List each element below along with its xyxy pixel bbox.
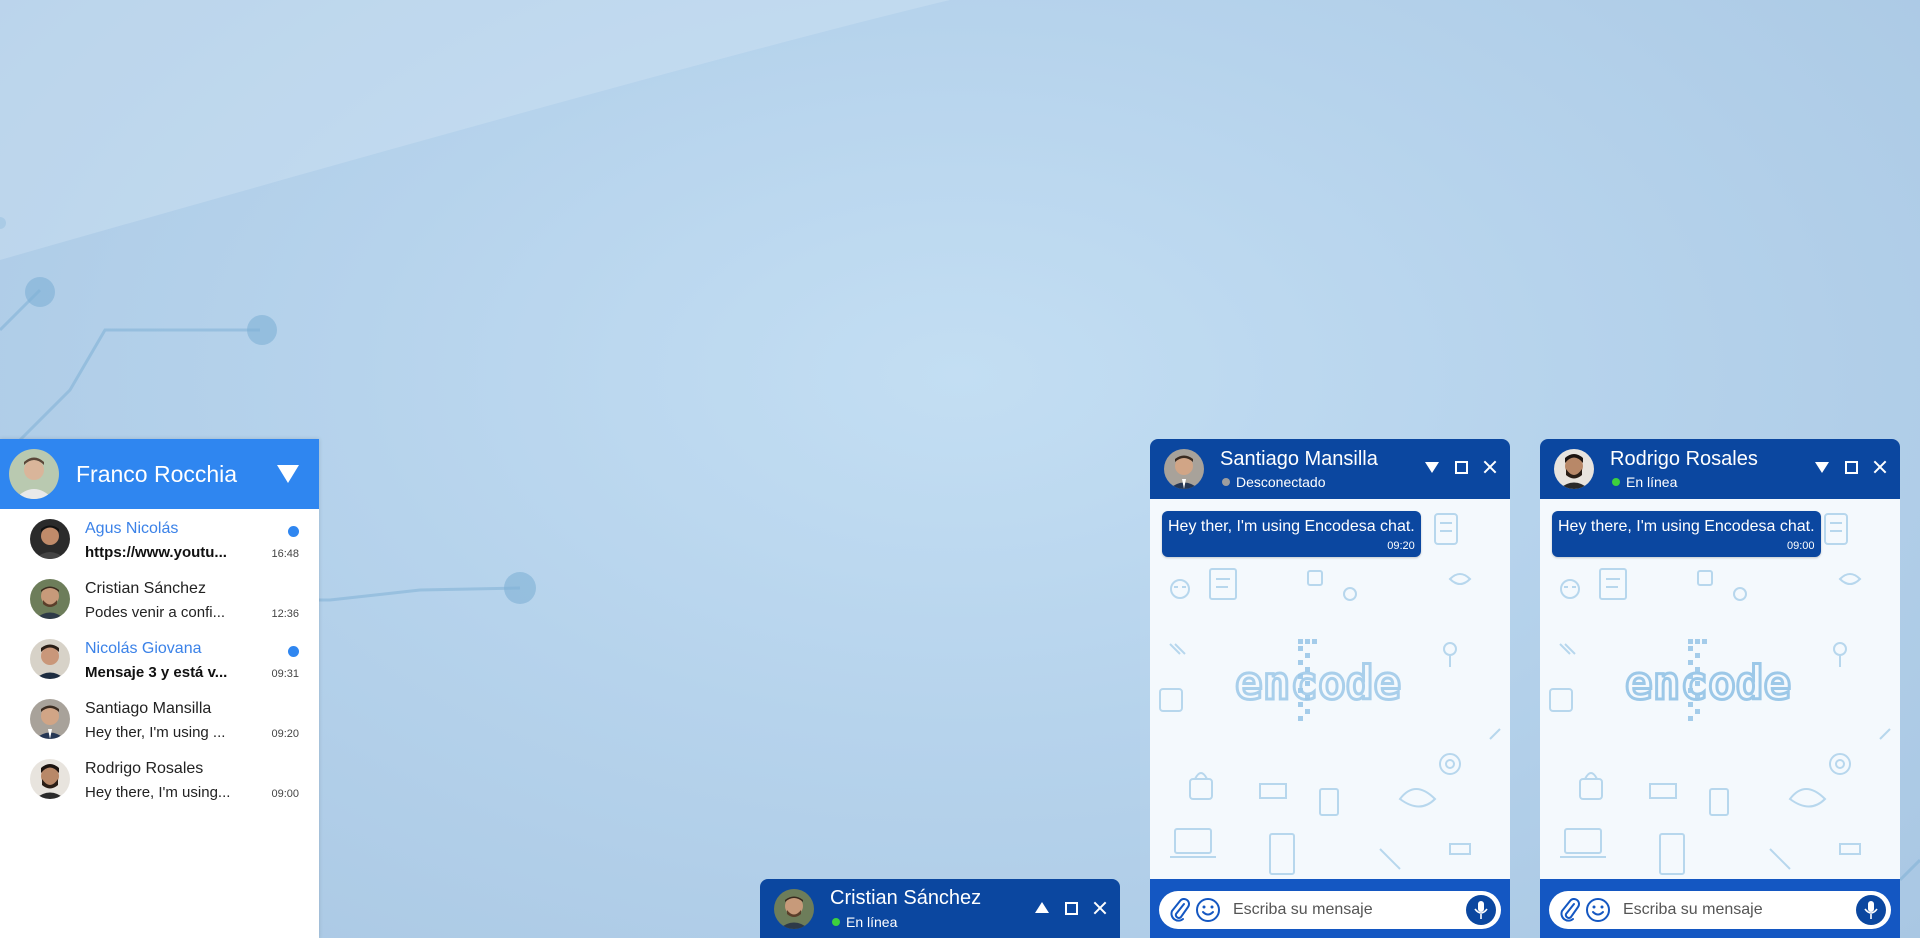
- contact-name: Nicolás Giovana: [85, 640, 202, 657]
- maximize-icon[interactable]: [1063, 900, 1079, 916]
- message-input-wrapper: [1159, 891, 1501, 929]
- avatar: [30, 759, 70, 799]
- chat-footer: [1150, 879, 1510, 938]
- svg-text:encode: encode: [1625, 656, 1791, 710]
- unread-dot-icon: [288, 646, 299, 657]
- maximize-icon[interactable]: [1843, 459, 1859, 475]
- contact-item[interactable]: Cristian Sánchez Podes venir a confi... …: [0, 569, 319, 629]
- triangle-down-icon[interactable]: [277, 465, 299, 483]
- message-bubble[interactable]: Hey there, I'm using Encodesa chat. 09:0…: [1552, 511, 1821, 557]
- message-input-wrapper: [1549, 891, 1891, 929]
- contact-last-message: Podes venir a confi...: [85, 604, 226, 621]
- contact-time: 09:31: [271, 668, 299, 680]
- status-text: Desconectado: [1236, 474, 1326, 490]
- contact-name: Cristian Sánchez: [85, 580, 206, 597]
- avatar: [30, 579, 70, 619]
- message-text: Hey there, I'm using Encodesa chat.: [1558, 518, 1815, 535]
- contact-time: 12:36: [271, 608, 299, 620]
- chat-status: Desconectado: [1222, 474, 1326, 490]
- microphone-icon[interactable]: [1466, 895, 1496, 925]
- avatar: [30, 519, 70, 559]
- chat-title: Santiago Mansilla: [1220, 448, 1378, 470]
- close-icon[interactable]: [1092, 900, 1108, 916]
- minimize-icon[interactable]: [1424, 459, 1440, 475]
- contact-last-message: Hey there, I'm using...: [85, 784, 231, 801]
- maximize-icon[interactable]: [1453, 459, 1469, 475]
- avatar: [1164, 449, 1204, 489]
- contact-name: Rodrigo Rosales: [85, 760, 204, 777]
- contact-item[interactable]: Rodrigo Rosales Hey there, I'm using... …: [0, 749, 319, 809]
- avatar[interactable]: [9, 449, 59, 499]
- contact-time: 09:20: [271, 728, 299, 740]
- status-text: En línea: [1626, 474, 1678, 490]
- contacts-header: Franco Rocchia: [0, 439, 319, 509]
- close-icon[interactable]: [1482, 459, 1498, 475]
- encode-watermark: encode: [1624, 655, 1793, 712]
- chat-footer: [1540, 879, 1900, 938]
- chat-title: Rodrigo Rosales: [1610, 448, 1758, 470]
- contact-time: 16:48: [271, 548, 299, 560]
- emoji-icon[interactable]: [1585, 897, 1611, 923]
- status-text: En línea: [846, 914, 898, 930]
- expand-icon[interactable]: [1034, 900, 1050, 916]
- contact-name: Agus Nicolás: [85, 520, 179, 537]
- minimize-icon[interactable]: [1814, 459, 1830, 475]
- chat-header: Rodrigo Rosales En línea: [1540, 439, 1900, 499]
- chat-header: Santiago Mansilla Desconectado: [1150, 439, 1510, 499]
- chat-title: Cristian Sánchez: [830, 887, 982, 909]
- chat-status: En línea: [832, 914, 897, 930]
- online-status-icon: [832, 918, 840, 926]
- paperclip-icon[interactable]: [1557, 897, 1583, 923]
- contact-time: 09:00: [271, 788, 299, 800]
- chat-window: Rodrigo Rosales En línea encode Hey ther…: [1540, 439, 1900, 938]
- chat-messages-area[interactable]: encode Hey there, I'm using Encodesa cha…: [1540, 499, 1900, 879]
- microphone-icon[interactable]: [1856, 895, 1886, 925]
- svg-text:encode: encode: [1235, 656, 1401, 710]
- chat-status: En línea: [1612, 474, 1677, 490]
- window-controls: [1034, 900, 1108, 916]
- offline-status-icon: [1222, 478, 1230, 486]
- owner-name: Franco Rocchia: [76, 460, 238, 487]
- message-time: 09:20: [1387, 540, 1415, 552]
- contact-item[interactable]: Nicolás Giovana Mensaje 3 y está v... 09…: [0, 629, 319, 689]
- message-input[interactable]: [1231, 900, 1466, 920]
- emoji-icon[interactable]: [1195, 897, 1221, 923]
- message-bubble[interactable]: Hey ther, I'm using Encodesa chat. 09:20: [1162, 511, 1421, 557]
- contact-name: Santiago Mansilla: [85, 700, 212, 717]
- contact-last-message: Mensaje 3 y está v...: [85, 664, 228, 681]
- avatar: [1554, 449, 1594, 489]
- contact-item[interactable]: Santiago Mansilla Hey ther, I'm using ..…: [0, 689, 319, 749]
- unread-dot-icon: [288, 526, 299, 537]
- contact-last-message: Hey ther, I'm using ...: [85, 724, 226, 741]
- window-controls: [1814, 459, 1888, 475]
- avatar: [30, 699, 70, 739]
- avatar: [30, 639, 70, 679]
- minimized-chat-window[interactable]: Cristian Sánchez En línea: [760, 879, 1120, 938]
- online-status-icon: [1612, 478, 1620, 486]
- message-time: 09:00: [1787, 540, 1815, 552]
- contacts-panel: Franco Rocchia Agus Nicolás https://www.…: [0, 439, 319, 938]
- close-icon[interactable]: [1872, 459, 1888, 475]
- encode-watermark: encode: [1234, 655, 1403, 712]
- chat-messages-area[interactable]: encode Hey ther, I'm using Encodesa chat…: [1150, 499, 1510, 879]
- message-text: Hey ther, I'm using Encodesa chat.: [1168, 518, 1415, 535]
- message-input[interactable]: [1621, 900, 1856, 920]
- contact-last-message: https://www.youtu...: [85, 544, 227, 561]
- paperclip-icon[interactable]: [1167, 897, 1193, 923]
- chat-window: Santiago Mansilla Desconectado encode He…: [1150, 439, 1510, 938]
- contact-item[interactable]: Agus Nicolás https://www.youtu... 16:48: [0, 509, 319, 569]
- avatar: [774, 889, 814, 929]
- window-controls: [1424, 459, 1498, 475]
